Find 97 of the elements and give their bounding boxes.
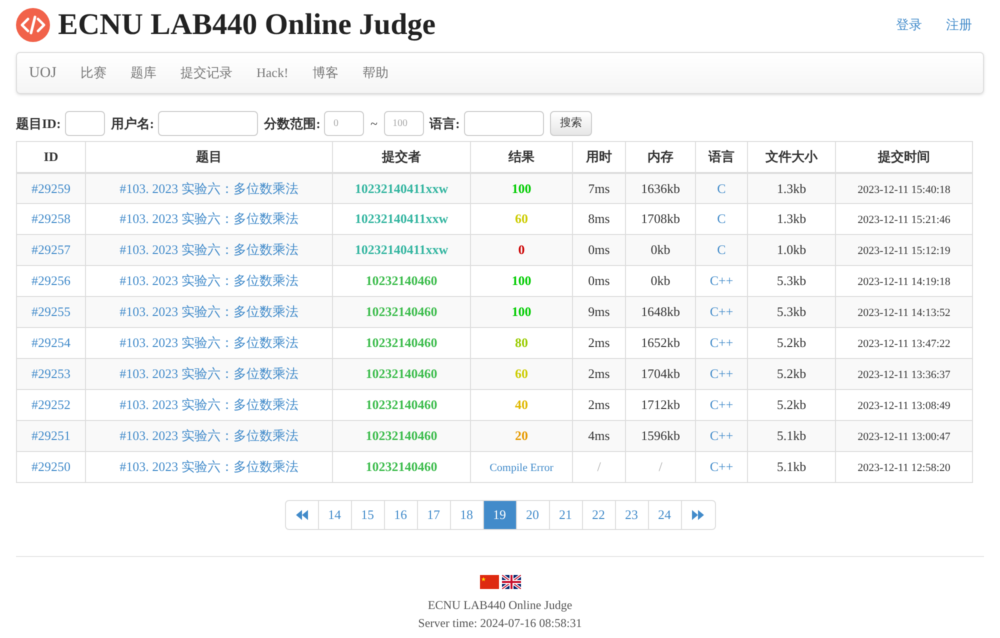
table-cell: 1.3kb <box>776 180 806 196</box>
column-header: 结果 <box>508 149 534 164</box>
column-header: 用时 <box>586 149 612 164</box>
input-field[interactable]: 100 <box>384 111 424 136</box>
page-link[interactable]: 16 <box>384 501 418 529</box>
table-cell: 1.0kb <box>776 242 806 258</box>
table-cell: 7ms <box>588 180 610 196</box>
column-header: 文件大小 <box>766 149 818 164</box>
result-link[interactable]: 100 <box>512 304 532 320</box>
table-cell: 2023-12-11 13:47:22 <box>858 338 950 350</box>
input-field[interactable] <box>464 111 544 136</box>
nav-link[interactable]: 题库 <box>130 63 157 83</box>
table-cell: 2023-12-11 14:13:52 <box>858 307 950 320</box>
input-field[interactable] <box>158 111 258 136</box>
page-link[interactable]: 19 <box>484 501 516 529</box>
table-cell: 0kb <box>650 242 670 258</box>
column-header: 内存 <box>648 149 674 164</box>
table-cell: 2023-12-11 13:00:47 <box>858 431 950 444</box>
last-page-icon[interactable] <box>692 510 704 520</box>
page-link[interactable]: 22 <box>582 501 616 529</box>
table-cell: 5.2kb <box>776 397 806 412</box>
field-label: ~ <box>370 114 378 133</box>
china-flag-icon[interactable] <box>480 575 498 589</box>
column-header: 提交时间 <box>878 149 930 164</box>
table-cell: 5.2kb <box>776 335 806 350</box>
table-cell: 4ms <box>588 428 610 444</box>
nav-link[interactable]: 提交记录 <box>180 63 233 83</box>
table-cell: 2023-12-11 15:21:46 <box>858 214 950 226</box>
result-link[interactable]: 40 <box>515 397 528 412</box>
table-cell: 5.2kb <box>776 366 806 382</box>
result-link[interactable]: 80 <box>515 335 528 350</box>
column-header: 语言 <box>708 149 734 164</box>
table-cell: 1704kb <box>641 366 680 382</box>
page-link[interactable]: 15 <box>352 501 384 529</box>
result-link[interactable]: 20 <box>515 428 528 444</box>
table-cell: 2ms <box>588 335 610 350</box>
column-header: 题目 <box>196 149 222 164</box>
result-link[interactable]: 0 <box>518 242 525 258</box>
field-label: 题目ID: <box>16 114 61 133</box>
nav-link[interactable]: 博客 <box>312 63 338 83</box>
table-cell: 0ms <box>588 273 610 288</box>
table-cell: 1708kb <box>641 211 680 226</box>
brand-link[interactable]: UOJ <box>29 62 57 84</box>
table-cell: 2ms <box>588 397 610 412</box>
search-button[interactable]: 搜索 <box>550 111 592 136</box>
table-cell: 1712kb <box>641 397 680 412</box>
table-cell: 1648kb <box>641 304 680 320</box>
table-cell: 1652kb <box>641 335 680 350</box>
first-page-icon[interactable] <box>295 510 308 520</box>
server-time: Server time: 2024-07-16 08:58:31 <box>418 615 582 632</box>
page-link[interactable]: 21 <box>550 501 582 529</box>
column-header: ID <box>44 149 58 164</box>
table-cell: 1.3kb <box>776 211 806 226</box>
page-link[interactable]: 24 <box>648 501 682 529</box>
table-cell: 1596kb <box>641 428 680 444</box>
table-cell: 1636kb <box>641 180 680 196</box>
result-link[interactable]: 100 <box>512 273 532 288</box>
table-cell: 2023-12-11 14:19:18 <box>858 276 950 288</box>
table-cell: 0ms <box>588 242 610 258</box>
page-link[interactable]: 17 <box>418 501 450 529</box>
column-header: 提交者 <box>382 149 421 164</box>
language-link[interactable]: C <box>717 242 726 258</box>
page-link[interactable]: 23 <box>616 501 648 529</box>
user-link[interactable]: 注册 <box>946 15 972 35</box>
table-cell: 5.3kb <box>776 304 806 320</box>
field-label: 语言: <box>430 114 460 133</box>
user-link[interactable]: 登录 <box>896 15 922 35</box>
language-link[interactable]: C <box>717 211 726 226</box>
nav-link[interactable]: 比赛 <box>80 63 107 83</box>
footer-site-name: ECNU LAB440 Online Judge <box>428 597 572 614</box>
nav-link[interactable]: Hack! <box>256 63 288 83</box>
table-cell: 0kb <box>650 273 670 288</box>
table-cell: / <box>658 459 662 474</box>
table-cell: 2ms <box>588 366 610 382</box>
site-title: ECNU LAB440 Online Judge <box>58 10 436 40</box>
table-cell: 2023-12-11 15:40:18 <box>858 184 950 196</box>
input-field[interactable] <box>64 111 105 136</box>
uk-flag-icon[interactable] <box>502 575 520 589</box>
table-cell: 2023-12-11 12:58:20 <box>858 462 950 474</box>
code-logo-icon <box>16 8 50 42</box>
table-cell: 2023-12-11 15:12:19 <box>858 245 950 258</box>
table-cell: 5.3kb <box>776 273 806 288</box>
table-cell: 8ms <box>588 211 610 226</box>
page-link[interactable]: 20 <box>516 501 550 529</box>
table-cell: 2023-12-11 13:08:49 <box>858 400 950 412</box>
table-cell: 5.1kb <box>776 459 806 474</box>
nav-link[interactable]: 帮助 <box>362 63 388 83</box>
input-field[interactable]: 0 <box>324 111 364 136</box>
result-link[interactable]: 100 <box>512 180 532 196</box>
table-cell: / <box>597 459 601 474</box>
page-link[interactable]: 14 <box>318 501 352 529</box>
language-link[interactable]: C <box>717 180 726 196</box>
table-cell: 5.1kb <box>776 428 806 444</box>
table-cell: 9ms <box>588 304 610 320</box>
field-label: 用户名: <box>110 114 154 133</box>
field-label: 分数范围: <box>264 114 320 133</box>
table-cell: 2023-12-11 13:36:37 <box>858 369 950 382</box>
